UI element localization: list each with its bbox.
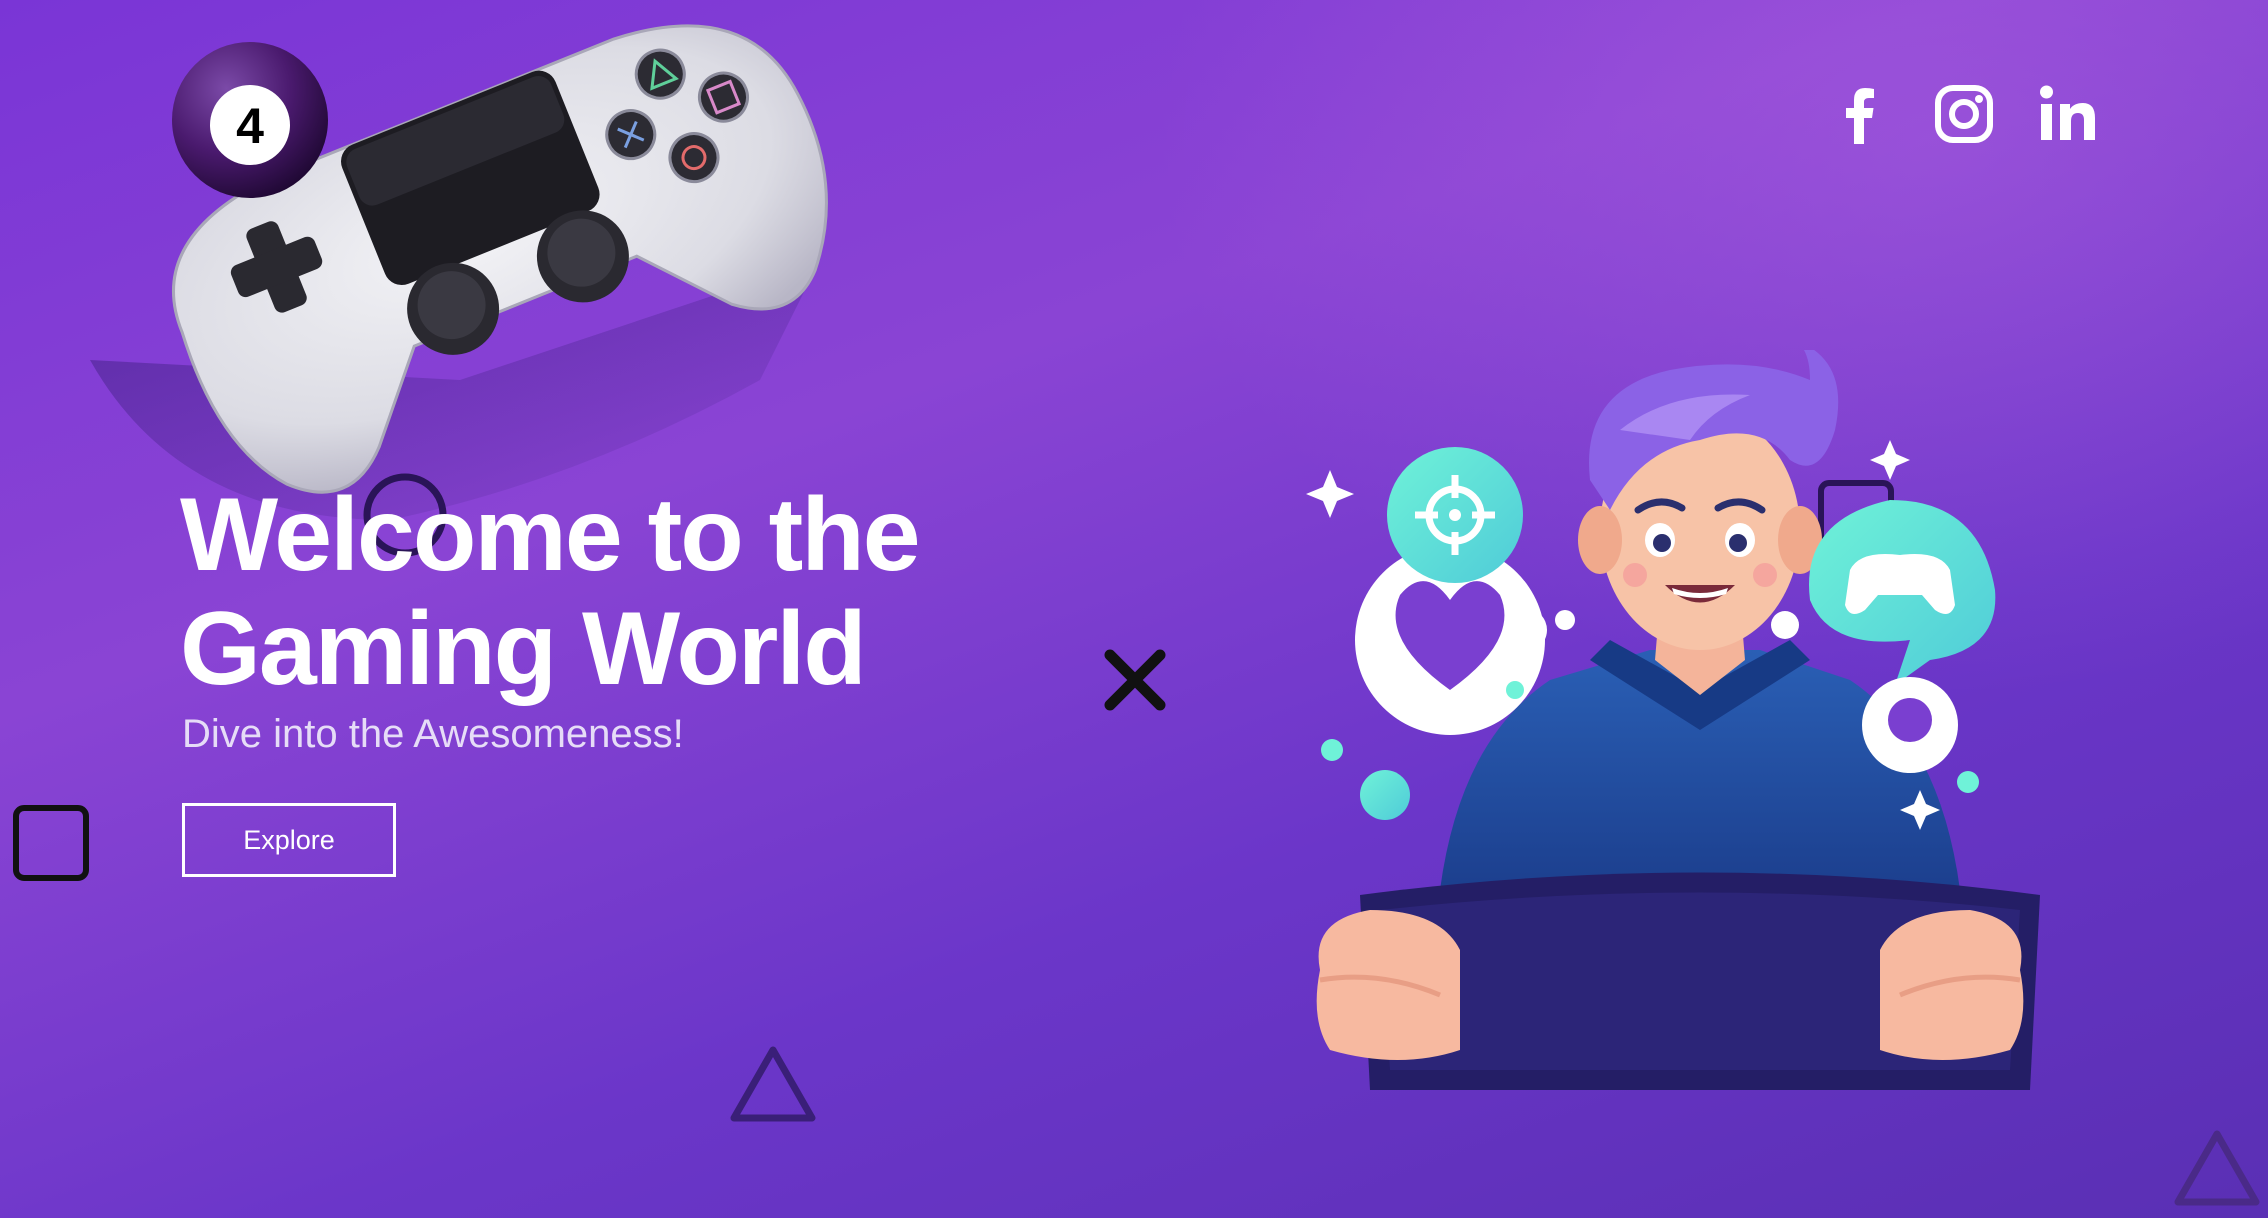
facebook-icon[interactable]	[1830, 84, 1890, 144]
decor-square-left	[13, 805, 89, 881]
explore-button[interactable]: Explore	[182, 803, 396, 877]
hero-subtitle: Dive into the Awesomeness!	[182, 712, 684, 756]
hero-title-line2: Gaming World	[180, 591, 867, 707]
gamer-illustration	[1306, 350, 2040, 1090]
instagram-icon[interactable]	[1934, 84, 1994, 144]
social-links	[1830, 84, 2098, 144]
linkedin-icon[interactable]	[2038, 84, 2098, 144]
decor-cross	[1104, 649, 1166, 711]
logo-8ball-icon[interactable]: 4	[170, 40, 330, 200]
hero-title: Welcome to the Gaming World	[180, 477, 921, 707]
hero-title-line1: Welcome to the	[180, 477, 921, 593]
hero-section: 4 Welcome to the Gaming World Dive into …	[0, 0, 2268, 1218]
logo-number: 4	[236, 98, 264, 154]
decor-triangle-corner	[2174, 1130, 2260, 1206]
decor-triangle-center	[730, 1046, 816, 1122]
